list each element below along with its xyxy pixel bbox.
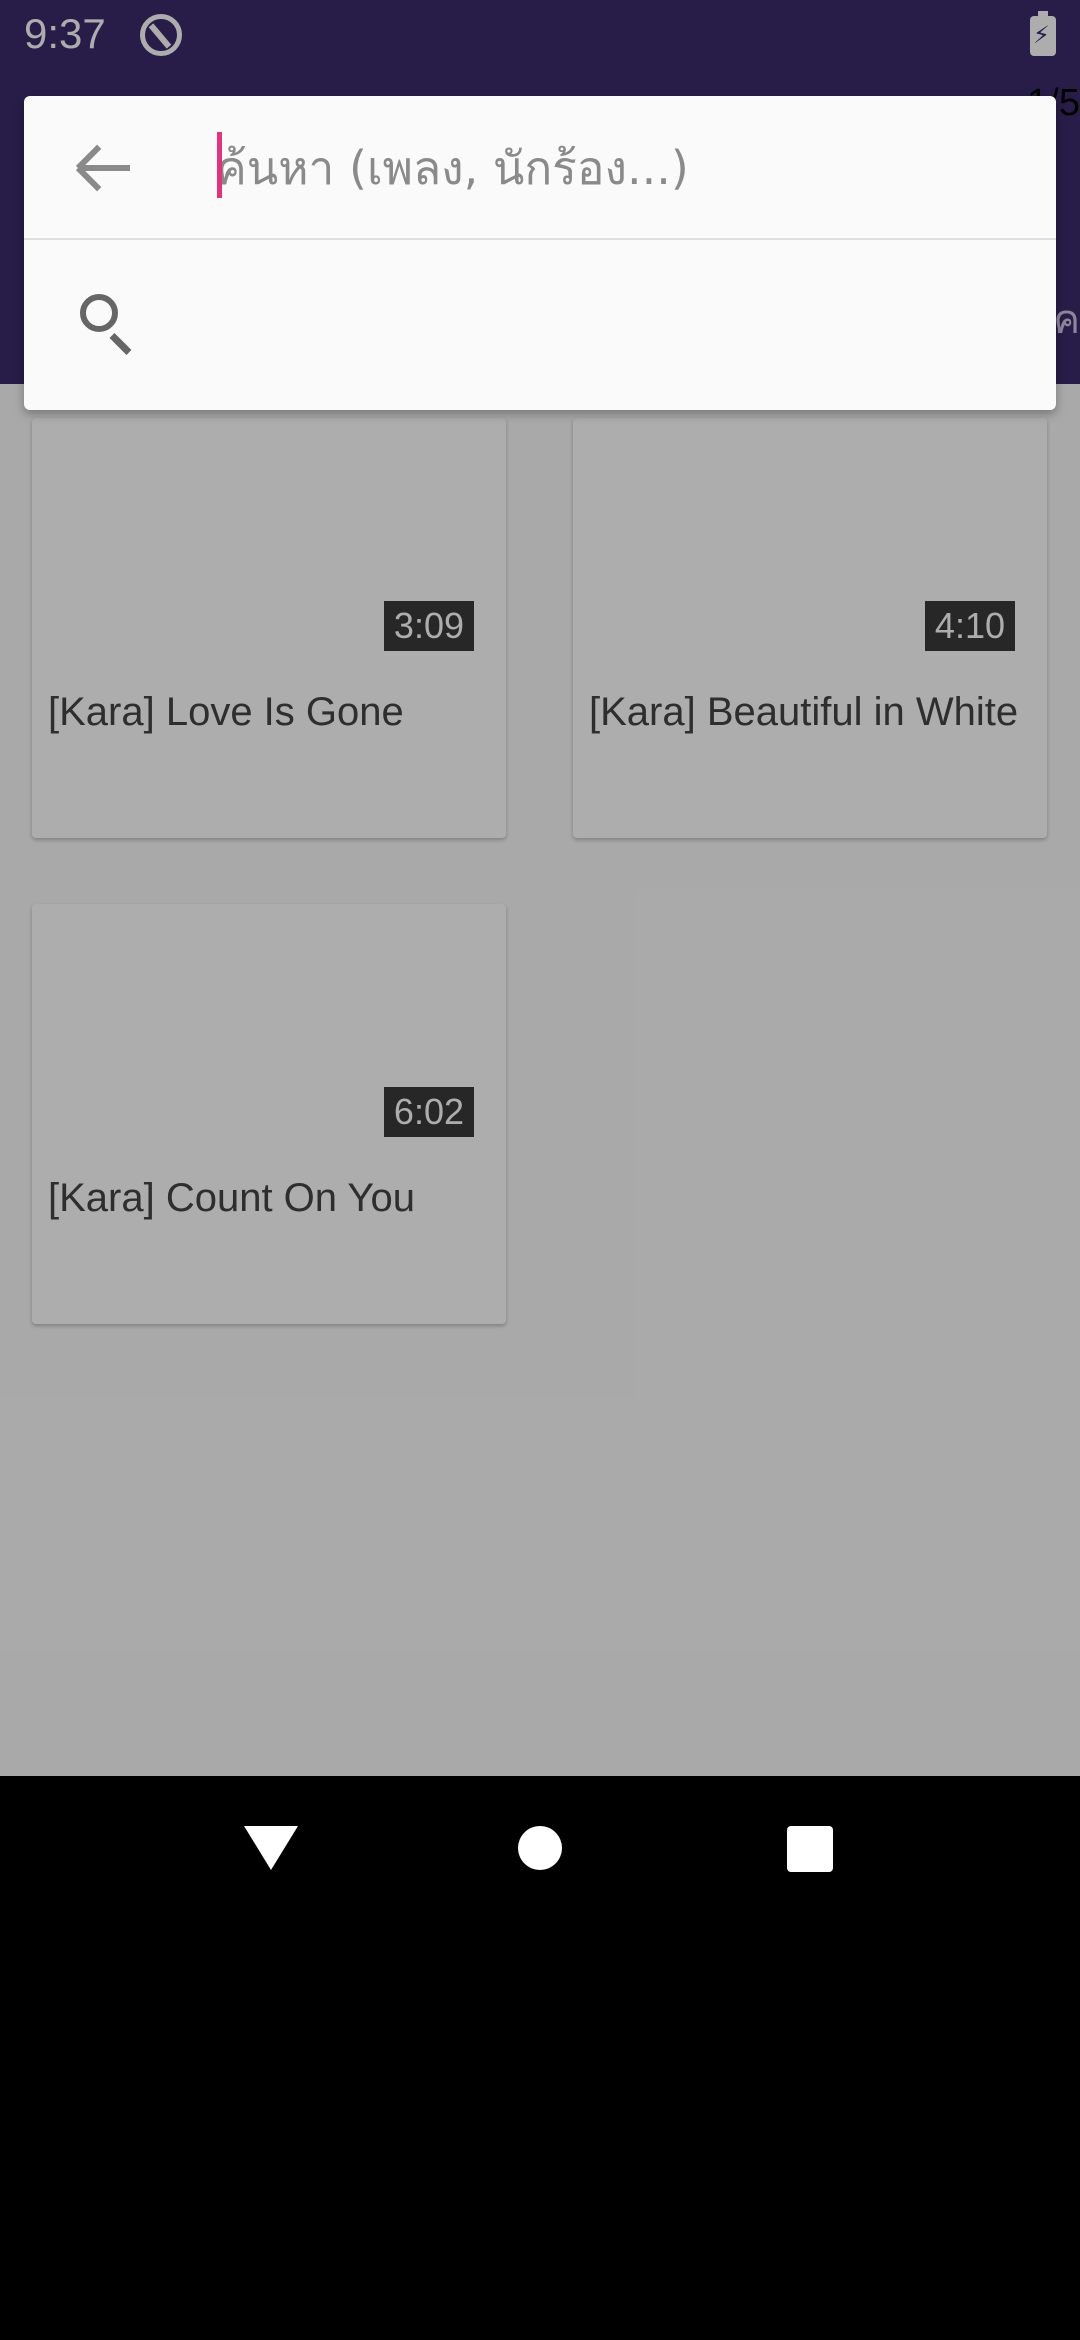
search-icon[interactable] [80,294,140,355]
search-row [24,96,1056,240]
nav-back-icon[interactable] [244,1826,298,1870]
search-panel [24,96,1056,410]
search-input[interactable] [216,132,1016,204]
text-caret [217,132,222,198]
nav-recent-icon[interactable] [787,1826,833,1872]
navigation-bar [0,1776,1080,2340]
nav-home-icon[interactable] [518,1826,562,1870]
arrow-back-icon[interactable] [75,144,130,192]
